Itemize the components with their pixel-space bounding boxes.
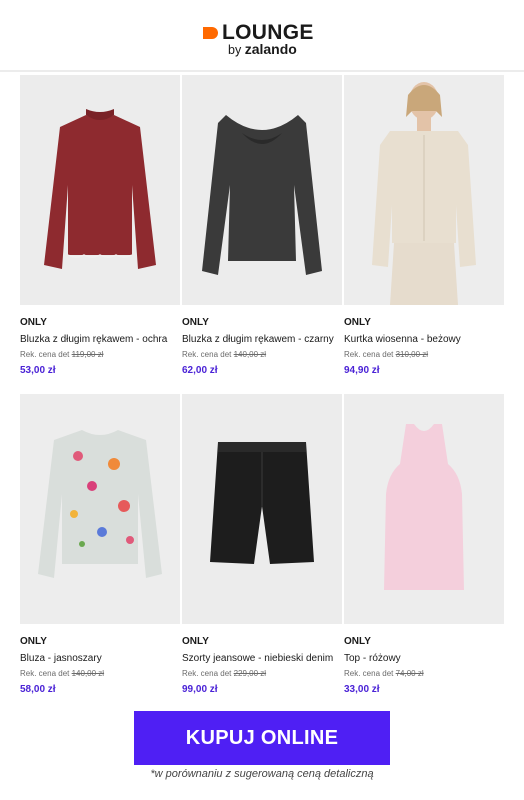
reference-price-value: 140,00 zł xyxy=(233,350,267,359)
product-price: 53,00 zł xyxy=(20,365,56,376)
logo-subline: by zalando xyxy=(228,41,297,57)
product-name[interactable]: Szorty jeansowe - niebieski denim xyxy=(182,651,342,667)
beige-jacket-model-image xyxy=(344,75,504,305)
reference-price-value: 310,00 zł xyxy=(395,350,429,359)
product-price: 99,00 zł xyxy=(182,684,218,695)
black-denim-shorts-image xyxy=(182,394,342,624)
product-name[interactable]: Top - różowy xyxy=(344,651,504,667)
footnote: *w porównaniu z sugerowaną ceną detalicz… xyxy=(150,768,374,780)
product-image[interactable] xyxy=(344,394,504,624)
product-image[interactable] xyxy=(182,394,342,624)
product-card[interactable]: ONLY Bluzka z długim rękawem - ochra Rek… xyxy=(20,75,180,377)
product-price: 62,00 zł xyxy=(182,365,218,376)
reference-price: Rek. cena det 140,00 zł xyxy=(20,669,105,678)
product-brand: ONLY xyxy=(182,317,209,328)
lounge-logo[interactable]: LOUNGE by zalando xyxy=(203,21,323,57)
product-card[interactable]: ONLY Bluzka z długim rękawem - czarny Re… xyxy=(182,75,342,377)
reference-price: Rek. cena det 140,00 zł xyxy=(182,350,267,359)
product-price: 94,90 zł xyxy=(344,365,380,376)
product-brand: ONLY xyxy=(20,636,47,647)
product-card[interactable]: ONLY Top - różowy Rek. cena det 74,00 zł… xyxy=(344,394,504,696)
product-image[interactable] xyxy=(182,75,342,305)
grey-sweatshirt-image xyxy=(20,394,180,624)
reference-price-value: 74,00 zł xyxy=(395,669,424,678)
product-image[interactable] xyxy=(20,394,180,624)
shop-online-button[interactable]: KUPUJ ONLINE xyxy=(134,711,390,765)
reference-price: Rek. cena det 74,00 zł xyxy=(344,669,424,678)
lounge-logo-mark-icon xyxy=(203,27,218,39)
reference-price: Rek. cena det 229,00 zł xyxy=(182,669,267,678)
reference-price-value: 119,00 zł xyxy=(71,350,104,359)
product-card[interactable]: ONLY Kurtka wiosenna - beżowy Rek. cena … xyxy=(344,75,504,377)
reference-price: Rek. cena det 310,00 zł xyxy=(344,350,429,359)
product-name[interactable]: Kurtka wiosenna - beżowy xyxy=(344,332,504,348)
product-name[interactable]: Bluzka z długim rękawem - ochra xyxy=(20,332,180,348)
product-name[interactable]: Bluza - jasnoszary xyxy=(20,651,180,667)
reference-price-value: 229,00 zł xyxy=(233,669,267,678)
product-card[interactable]: ONLY Bluza - jasnoszary Rek. cena det 14… xyxy=(20,394,180,696)
pink-top-image xyxy=(344,394,504,624)
black-blouse-image xyxy=(182,75,342,305)
reference-price-value: 140,00 zł xyxy=(71,669,105,678)
reference-price: Rek. cena det 119,00 zł xyxy=(20,350,104,359)
product-name[interactable]: Bluzka z długim rękawem - czarny xyxy=(182,332,342,348)
burgundy-blouse-image xyxy=(20,75,180,305)
product-brand: ONLY xyxy=(20,317,47,328)
product-brand: ONLY xyxy=(344,317,371,328)
product-price: 58,00 zł xyxy=(20,684,56,695)
product-brand: ONLY xyxy=(182,636,209,647)
product-card[interactable]: ONLY Szorty jeansowe - niebieski denim R… xyxy=(182,394,342,696)
email-header: LOUNGE by zalando xyxy=(0,0,524,72)
product-image[interactable] xyxy=(20,75,180,305)
product-image[interactable] xyxy=(344,75,504,305)
product-price: 33,00 zł xyxy=(344,684,380,695)
product-brand: ONLY xyxy=(344,636,371,647)
